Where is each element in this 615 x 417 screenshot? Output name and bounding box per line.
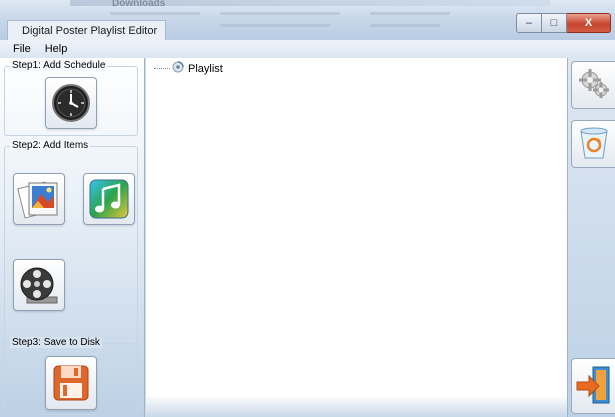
maximize-button[interactable]: □ xyxy=(542,13,567,33)
tree-node-playlist[interactable]: Playlist xyxy=(154,61,223,76)
gears-icon xyxy=(577,67,611,104)
window-title-tab: Digital Poster Playlist Editor xyxy=(7,20,167,40)
tree-connector xyxy=(154,68,170,69)
background-downloads-label: Downloads xyxy=(112,0,166,9)
menu-file[interactable]: File xyxy=(6,43,38,55)
close-button[interactable]: X xyxy=(567,13,611,33)
menu-bar: File Help xyxy=(0,40,615,58)
exit-button[interactable] xyxy=(571,358,615,414)
steps-panel: Step1: Add Schedule Step2: Add Items Ste… xyxy=(0,58,145,417)
step1-group: Step1: Add Schedule xyxy=(4,60,138,136)
music-note-icon xyxy=(87,177,131,221)
minimize-icon: – xyxy=(525,16,533,29)
settings-button[interactable] xyxy=(571,61,615,109)
step1-label: Step1: Add Schedule xyxy=(10,60,108,71)
close-icon: X xyxy=(584,16,593,29)
actions-panel xyxy=(567,58,615,417)
tree-footer-gradient xyxy=(146,395,567,417)
playlist-tree[interactable]: Playlist xyxy=(146,58,567,417)
clock-icon xyxy=(51,83,91,123)
recycle-bin-icon xyxy=(578,126,610,163)
add-video-button[interactable] xyxy=(13,259,65,311)
image-icon xyxy=(17,177,61,221)
window-controls: – □ X xyxy=(516,13,611,33)
title-bar: Downloads Digital Poster Playlist Editor… xyxy=(0,0,615,40)
save-to-disk-button[interactable] xyxy=(45,356,97,410)
add-music-button[interactable] xyxy=(83,173,135,225)
exit-door-icon xyxy=(575,363,613,410)
step2-label: Step2: Add Items xyxy=(10,140,91,151)
maximize-icon: □ xyxy=(550,16,558,29)
step3-label: Step3: Save to Disk xyxy=(10,337,102,348)
playlist-icon xyxy=(172,61,184,76)
add-schedule-button[interactable] xyxy=(45,77,97,129)
window-title: Digital Poster Playlist Editor xyxy=(22,25,158,37)
delete-button[interactable] xyxy=(571,120,615,168)
add-image-button[interactable] xyxy=(13,173,65,225)
film-reel-icon xyxy=(17,263,61,307)
floppy-disk-icon xyxy=(51,363,91,403)
tree-node-label: Playlist xyxy=(188,62,223,75)
menu-help[interactable]: Help xyxy=(38,43,75,55)
step3-group: Step3: Save to Disk xyxy=(4,337,138,415)
minimize-button[interactable]: – xyxy=(516,13,542,33)
